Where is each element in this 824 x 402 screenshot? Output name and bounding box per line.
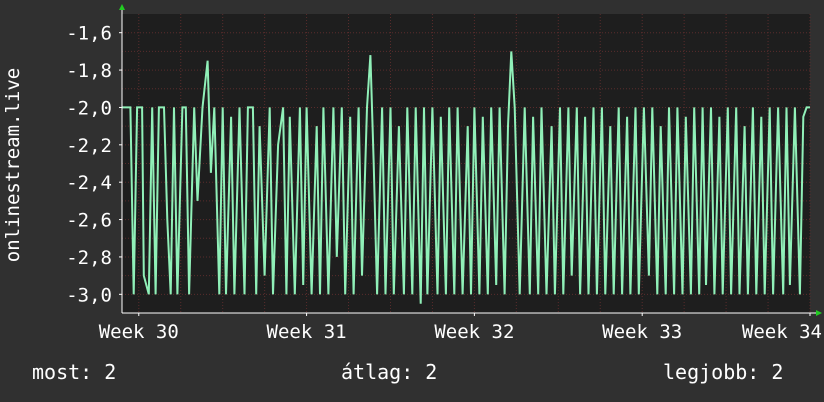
stats-bar: most: 2 átlag: 2 legjobb: 2 [0, 360, 824, 390]
y-tick-label: -2,0 [66, 97, 112, 119]
y-axis-arrow-icon [119, 4, 125, 10]
stat-best: legjobb: 2 [663, 360, 784, 384]
y-tick-label: -3,0 [66, 284, 112, 306]
x-tick-labels: Week 30 Week 31 Week 32 Week 33 Week 34 [99, 313, 822, 343]
y-tick-label: -2,6 [66, 210, 112, 232]
x-tick-label: Week 31 [267, 321, 347, 343]
y-tick-label: -2,4 [66, 172, 112, 194]
x-tick-label: Week 33 [602, 321, 682, 343]
chart-panel: -1,6 -1,8 -2,0 -2,2 -2,4 -2,6 -2,8 -3,0 Week 30… [0, 0, 824, 402]
y-tick-label: -2,2 [66, 135, 112, 157]
x-tick-label: Week 32 [434, 321, 514, 343]
y-tick-label: -1,6 [66, 23, 112, 45]
y-tick-labels: -1,6 -1,8 -2,0 -2,2 -2,4 -2,6 -2,8 -3,0 [66, 23, 122, 306]
y-tick-label: -1,8 [66, 60, 112, 82]
x-tick-label: Week 30 [99, 321, 179, 343]
stat-current: most: 2 [32, 360, 117, 384]
x-axis-arrow-icon [816, 310, 822, 316]
x-tick-label: Week 34 [742, 321, 822, 343]
y-axis-label: onlinestream.live [2, 68, 24, 262]
chart-svg: -1,6 -1,8 -2,0 -2,2 -2,4 -2,6 -2,8 -3,0 Week 30… [2, 4, 822, 343]
stat-average: átlag: 2 [341, 360, 438, 384]
y-tick-label: -2,8 [66, 247, 112, 269]
